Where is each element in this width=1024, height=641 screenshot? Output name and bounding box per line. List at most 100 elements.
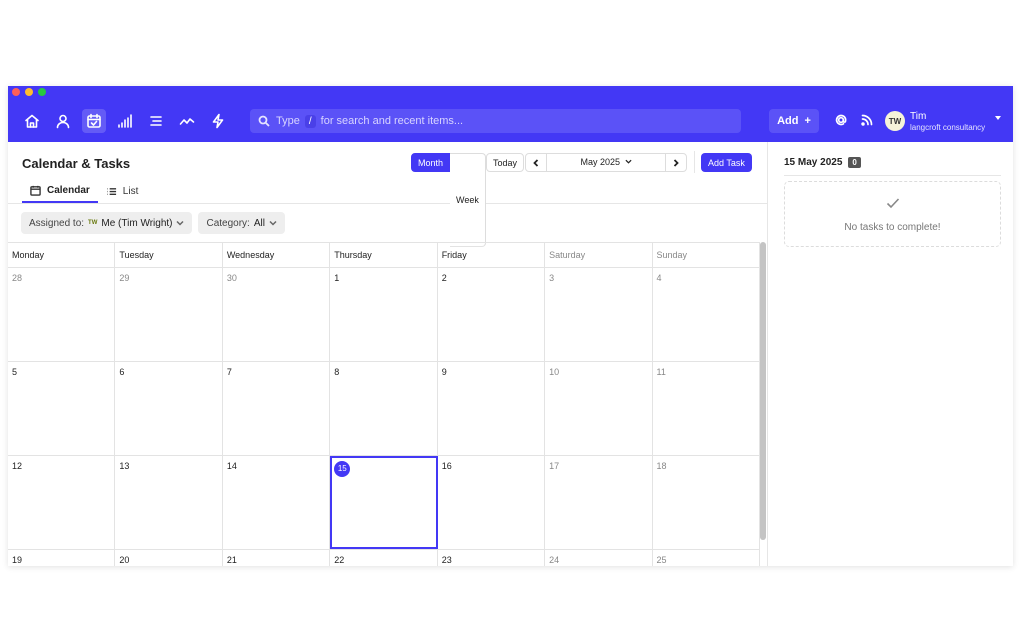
nav-analytics[interactable] xyxy=(175,109,199,133)
top-bar: Type / for search and recent items... Ad… xyxy=(8,86,1013,142)
day-cell[interactable]: 7 xyxy=(223,362,331,455)
day-cell[interactable]: 6 xyxy=(115,362,223,455)
calendar-week-row: 12 13 14 15 16 17 18 xyxy=(8,456,760,550)
empty-tasks-state: No tasks to complete! xyxy=(784,181,1001,247)
day-number: 11 xyxy=(656,367,666,377)
day-number: 6 xyxy=(119,367,125,377)
day-number: 19 xyxy=(12,555,23,565)
weekday-label: Monday xyxy=(8,243,116,267)
calendar-week-row: 5 6 7 8 9 10 11 xyxy=(8,362,760,456)
today-button[interactable]: Today xyxy=(486,153,525,172)
align-icon xyxy=(150,116,162,126)
user-menu[interactable]: Tim langcroft consultancy xyxy=(910,111,985,133)
at-sign-icon xyxy=(835,114,847,126)
selected-date-header: 15 May 2025 0 xyxy=(784,157,861,168)
day-cell[interactable]: 19 xyxy=(8,550,116,566)
day-cell[interactable]: 24 xyxy=(545,550,653,566)
toolbar-separator xyxy=(694,151,695,173)
calendar-icon xyxy=(30,185,41,196)
avatar[interactable]: TW xyxy=(885,111,905,131)
weekday-label: Tuesday xyxy=(115,243,223,267)
main-nav xyxy=(20,109,230,133)
calendar-scrollbar[interactable] xyxy=(760,242,766,540)
week-view-button[interactable]: Week xyxy=(450,153,486,247)
day-cell-today[interactable]: 15 xyxy=(330,456,438,549)
tab-list[interactable]: List xyxy=(98,179,147,203)
next-month-button[interactable] xyxy=(666,154,686,171)
day-cell[interactable]: 29 xyxy=(115,268,223,361)
day-cell[interactable]: 22 xyxy=(330,550,438,566)
mentions-button[interactable] xyxy=(834,113,850,129)
month-navigator: May 2025 xyxy=(525,153,687,172)
chevron-left-icon xyxy=(533,158,539,167)
user-organization: langcroft consultancy xyxy=(910,123,986,132)
close-window-button[interactable] xyxy=(12,88,20,96)
search-input[interactable]: Type / for search and recent items... xyxy=(250,109,741,133)
previous-month-button[interactable] xyxy=(526,154,546,171)
day-number: 17 xyxy=(549,461,560,471)
day-cell[interactable]: 21 xyxy=(223,550,331,566)
day-cell[interactable]: 18 xyxy=(653,456,760,549)
maximize-window-button[interactable] xyxy=(38,88,46,96)
chevron-down-icon[interactable] xyxy=(995,116,1001,120)
tab-calendar-label: Calendar xyxy=(47,184,90,196)
weekday-label: Friday xyxy=(438,243,546,267)
nav-automation[interactable] xyxy=(206,109,230,133)
day-cell[interactable]: 23 xyxy=(438,550,546,566)
user-icon xyxy=(56,114,70,129)
day-cell[interactable]: 11 xyxy=(653,362,760,455)
day-number: 30 xyxy=(226,273,237,283)
day-cell[interactable]: 30 xyxy=(223,268,331,361)
chevron-right-icon xyxy=(673,158,679,167)
day-cell[interactable]: 1 xyxy=(330,268,438,361)
search-placeholder: for search and recent items... xyxy=(320,115,464,127)
category-value: All xyxy=(253,217,265,229)
day-cell[interactable]: 28 xyxy=(8,268,116,361)
month-picker[interactable]: May 2025 xyxy=(546,154,666,171)
month-view-button[interactable]: Month xyxy=(411,153,451,172)
day-cell[interactable]: 12 xyxy=(8,456,116,549)
header-divider xyxy=(8,203,768,204)
checkmark-icon xyxy=(886,198,899,209)
user-name: Tim xyxy=(910,111,927,122)
assignee-avatar: TW xyxy=(88,220,98,226)
nav-contacts[interactable] xyxy=(51,109,75,133)
day-cell[interactable]: 3 xyxy=(545,268,653,361)
day-number: 21 xyxy=(226,555,237,565)
day-cell[interactable]: 10 xyxy=(545,362,653,455)
day-cell[interactable]: 17 xyxy=(545,456,653,549)
day-cell[interactable]: 25 xyxy=(653,550,760,566)
category-filter[interactable]: Category: All xyxy=(198,212,285,234)
day-cell[interactable]: 9 xyxy=(438,362,546,455)
day-cell[interactable]: 16 xyxy=(438,456,546,549)
tab-calendar[interactable]: Calendar xyxy=(22,179,98,203)
lightning-icon xyxy=(212,113,224,129)
weekday-label: Wednesday xyxy=(223,243,331,267)
day-number: 16 xyxy=(441,461,452,471)
minimize-window-button[interactable] xyxy=(25,88,33,96)
day-number: 3 xyxy=(549,273,555,283)
trend-line-icon xyxy=(179,118,195,125)
day-cell[interactable]: 14 xyxy=(223,456,331,549)
day-cell[interactable]: 4 xyxy=(653,268,760,361)
feed-button[interactable] xyxy=(860,113,876,129)
nav-list[interactable] xyxy=(144,109,168,133)
add-task-button[interactable]: Add Task xyxy=(701,153,752,172)
day-number: 4 xyxy=(656,273,662,283)
day-cell[interactable]: 5 xyxy=(8,362,116,455)
side-divider xyxy=(784,175,1001,176)
nav-reports[interactable] xyxy=(113,109,137,133)
assigned-to-filter[interactable]: Assigned to: TW Me (Tim Wright) xyxy=(21,212,193,234)
window-controls xyxy=(12,88,46,96)
nav-calendar[interactable] xyxy=(82,109,106,133)
day-cell[interactable]: 13 xyxy=(115,456,223,549)
day-cell[interactable]: 8 xyxy=(330,362,438,455)
add-button[interactable]: Add + xyxy=(769,109,819,133)
view-switcher: Month Week xyxy=(411,153,486,247)
day-cell[interactable]: 20 xyxy=(115,550,223,566)
day-cell[interactable]: 2 xyxy=(438,268,546,361)
nav-home[interactable] xyxy=(20,109,44,133)
current-month-label: May 2025 xyxy=(580,157,620,167)
chevron-down-icon xyxy=(624,159,632,164)
search-prefix: Type xyxy=(276,115,300,127)
